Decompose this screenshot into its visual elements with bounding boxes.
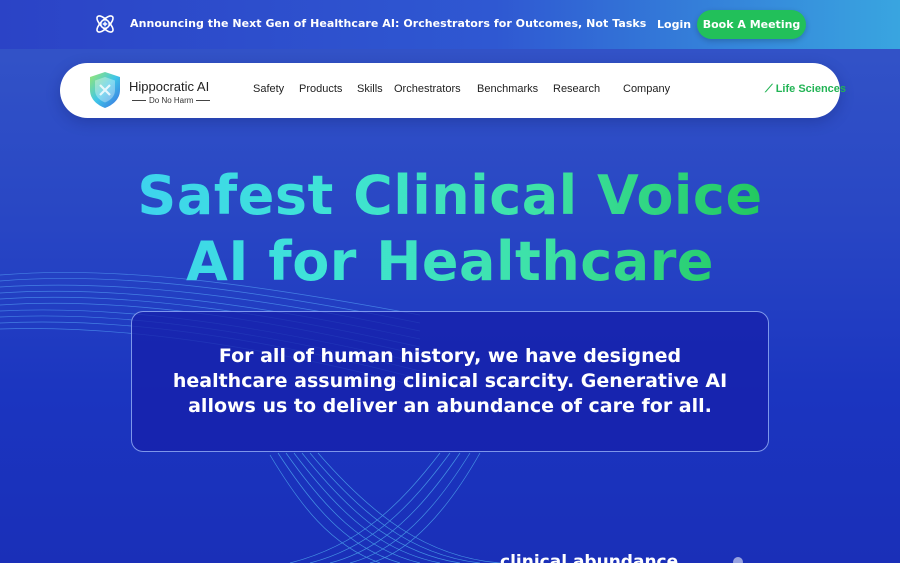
book-meeting-button[interactable]: Book A Meeting [697,10,806,39]
nav-item-company[interactable]: Company [623,83,670,95]
nav-item-research[interactable]: Research [553,83,600,95]
main-navbar: Hippocratic AI Do No Harm Safety Product… [60,63,846,118]
nav-item-skills[interactable]: Skills [357,83,383,95]
brand-tagline-text: Do No Harm [149,96,194,105]
nav-item-life-sciences[interactable]: ⟋ Life Sciences [765,83,846,96]
announcement-link[interactable]: Announcing the Next Gen of Healthcare AI… [130,17,646,30]
hero-title-line1: Safest Clinical Voice [0,164,900,227]
nav-item-orchestrators[interactable]: Orchestrators [394,83,461,95]
dna-icon: ⟋ [765,83,773,95]
nav-item-products[interactable]: Products [299,83,342,95]
below-fold-text: clinical abundance [500,552,679,563]
login-link[interactable]: Login [657,18,691,31]
atom-cross-icon [96,15,114,33]
shield-logo-icon[interactable] [88,71,122,109]
mission-quote-card: For all of human history, we have design… [131,311,769,452]
life-sciences-label: Life Sciences [775,83,847,95]
brand-name[interactable]: Hippocratic AI [129,79,209,94]
hero-title-line2: AI for Healthcare [0,230,900,293]
mission-quote-text: For all of human history, we have design… [172,345,728,417]
announcement-bar: Announcing the Next Gen of Healthcare AI… [0,0,900,49]
nav-item-safety[interactable]: Safety [253,83,284,95]
brand-tagline: Do No Harm [129,96,213,105]
scroll-dot-icon[interactable] [733,557,743,563]
nav-item-benchmarks[interactable]: Benchmarks [477,83,538,95]
